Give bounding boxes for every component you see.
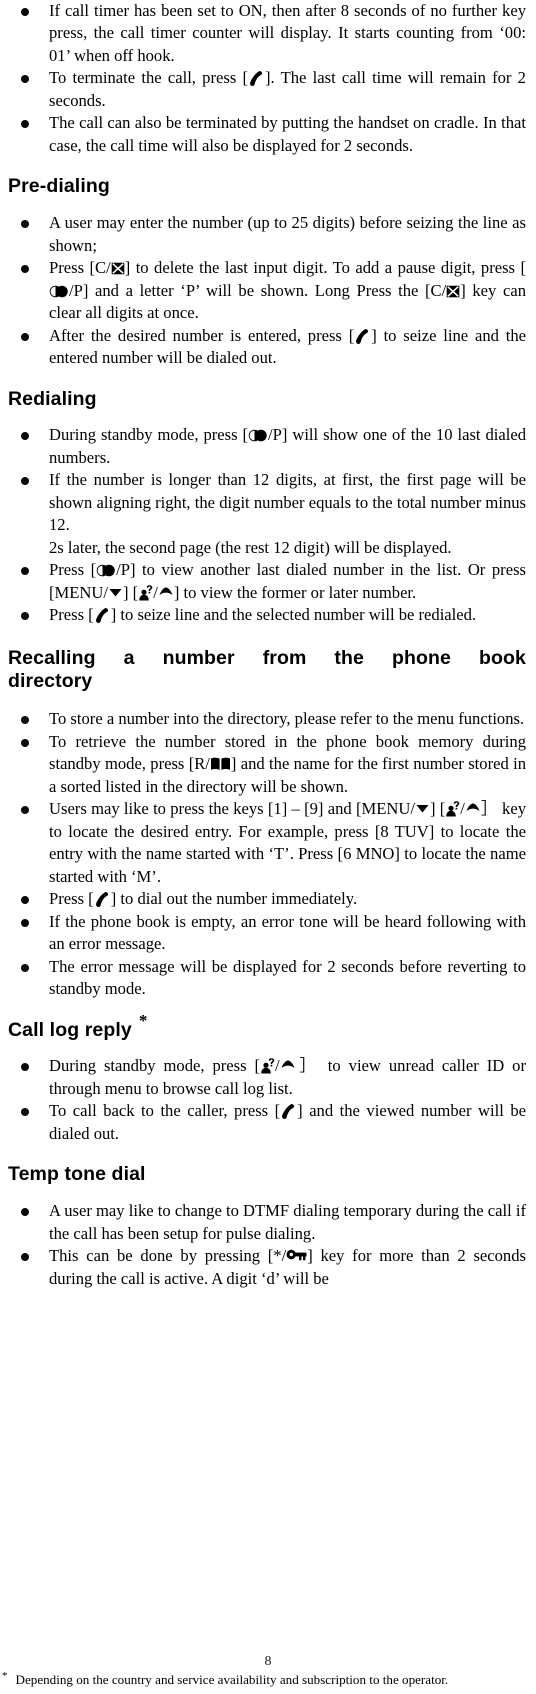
phone-book-icon <box>210 757 231 771</box>
redial-pause-icon <box>49 285 69 298</box>
bullet-list: During standby mode, press [/ ］ to view u… <box>8 1055 526 1145</box>
bullet-text: If the phone book is empty, an error ton… <box>49 911 526 954</box>
bullet-text: After the desired number is entered, pre… <box>49 325 526 368</box>
clear-delete-icon <box>111 262 125 275</box>
section-recalling: Recalling a number from the phone book di… <box>8 647 526 1001</box>
phone-handset-icon <box>94 607 109 624</box>
sections-container: Pre-dialing A user may enter the number (… <box>8 175 526 1290</box>
bullet-text: To terminate the call, press []. The las… <box>49 68 526 110</box>
bullet-item: If call timer has been set to ON, then a… <box>8 0 526 67</box>
bullet-text: During standby mode, press [/ ］ to view u… <box>49 1056 526 1098</box>
page-number: 8 <box>264 1654 272 1669</box>
key-icon <box>286 1248 307 1261</box>
section-heading: Temp tone dial <box>8 1163 146 1186</box>
section-heading: Call log reply * <box>8 1011 148 1041</box>
caller-id-icon <box>260 1058 275 1074</box>
intro-bullet-list: If call timer has been set to ON, then a… <box>8 0 526 157</box>
bullet-text: Press [/P] to view another last dialed n… <box>49 560 526 602</box>
bullet-list: A user may like to change to DTMF dialin… <box>8 1200 526 1290</box>
manual-page: If call timer has been set to ON, then a… <box>0 0 536 1694</box>
bullet-item: Press [C/] to delete the last input digi… <box>8 257 526 324</box>
section-redialing: Redialing During standby mode, press [/P]… <box>8 388 526 627</box>
bullet-item: During standby mode, press [/P] will sho… <box>8 424 526 469</box>
bullet-text: The error message will be displayed for … <box>49 956 526 999</box>
bullet-item: If the number is longer than 12 digits, … <box>8 469 526 559</box>
section-heading-block: Call log reply * <box>8 1011 526 1043</box>
bullet-item: To store a number into the directory, pl… <box>8 708 526 730</box>
caller-id-icon <box>445 801 460 817</box>
bullet-item: This can be done by pressing [*/] key fo… <box>8 1245 526 1290</box>
bullet-item: A user may enter the number (up to 25 di… <box>8 212 526 257</box>
heading-footnote-marker: * <box>138 1011 148 1031</box>
section-temp-tone-dial: Temp tone dial A user may like to change … <box>8 1163 526 1290</box>
bullet-item: To call back to the caller, press [] and… <box>8 1100 526 1145</box>
bullet-text: Press [] to seize line and the selected … <box>49 605 477 625</box>
redial-pause-icon <box>248 429 268 442</box>
bullet-text: The call can also be terminated by putti… <box>49 113 526 155</box>
section-call-log-reply: Call log reply * During standby mode, pres… <box>8 1011 526 1146</box>
section-heading: Redialing <box>8 387 97 410</box>
caller-id-icon <box>138 585 153 601</box>
bullet-text: To retrieve the number stored in the pho… <box>49 731 527 796</box>
bullet-item: Press [] to dial out the number immediat… <box>8 888 526 910</box>
bullet-text: Press [C/] to delete the last input digi… <box>49 258 527 323</box>
bullet-item: After the desired number is entered, pre… <box>8 325 526 370</box>
bullet-text: A user may enter the number (up to 25 di… <box>49 213 526 255</box>
up-arrow-icon <box>281 1060 295 1069</box>
section-heading-line2: directory <box>8 670 93 693</box>
clear-delete-icon <box>446 285 460 298</box>
bullet-text: Press [] to dial out the number immediat… <box>49 889 358 909</box>
bullet-continuation-text: 2s later, the second page (the rest 12 d… <box>49 537 452 557</box>
section-pre-dialing: Pre-dialing A user may enter the number (… <box>8 175 526 369</box>
phone-handset-icon <box>354 328 369 345</box>
footnote-text: Depending on the country and service ava… <box>15 1672 449 1687</box>
bullet-item: Press [/P] to view another last dialed n… <box>8 559 526 604</box>
section-heading-block: Temp tone dial <box>8 1163 526 1187</box>
section-heading-block: Recalling a number from the phone book di… <box>8 647 526 695</box>
bullet-item: The call can also be terminated by putti… <box>8 112 526 157</box>
phone-handset-icon <box>248 70 263 87</box>
phone-handset-icon <box>94 891 109 908</box>
footnote: * Depending on the country and service av… <box>2 1669 532 1688</box>
bullet-text: To call back to the caller, press [] and… <box>49 1101 526 1143</box>
section-heading-block: Pre-dialing <box>8 175 526 199</box>
bullet-text: Users may like to press the keys [1] – [… <box>49 799 527 886</box>
bullet-list: To store a number into the directory, pl… <box>8 708 526 1000</box>
bullet-item: Users may like to press the keys [1] – [… <box>8 798 526 888</box>
bullet-item: To terminate the call, press []. The las… <box>8 67 526 112</box>
bullet-item: During standby mode, press [/ ］ to view u… <box>8 1055 526 1100</box>
up-arrow-icon <box>159 587 173 596</box>
bullet-item: Press [] to seize line and the selected … <box>8 604 526 626</box>
bullet-text: This can be done by pressing [*/] key fo… <box>49 1246 526 1288</box>
bullet-item: The error message will be displayed for … <box>8 956 526 1001</box>
bullet-list: A user may enter the number (up to 25 di… <box>8 212 526 369</box>
bullet-list: During standby mode, press [/P] will sho… <box>8 424 526 626</box>
bullet-item: To retrieve the number stored in the pho… <box>8 731 526 798</box>
phone-handset-icon <box>280 1103 295 1120</box>
bullet-item: If the phone book is empty, an error ton… <box>8 911 526 956</box>
section-heading: Recalling a number from the phone book <box>8 646 526 669</box>
footnote-marker: * <box>2 1669 8 1682</box>
section-heading: Pre-dialing <box>8 175 110 198</box>
bullet-item: A user may like to change to DTMF dialin… <box>8 1200 526 1245</box>
down-arrow-icon <box>109 588 122 597</box>
redial-pause-icon <box>96 564 116 577</box>
bullet-text: To store a number into the directory, pl… <box>49 709 525 729</box>
down-arrow-icon <box>416 804 429 813</box>
bullet-text: If the number is longer than 12 digits, … <box>49 470 526 535</box>
bullet-text: During standby mode, press [/P] will sho… <box>49 425 526 467</box>
section-heading-block: Redialing <box>8 388 526 412</box>
bullet-text: If call timer has been set to ON, then a… <box>49 1 526 65</box>
up-arrow-icon <box>466 803 480 812</box>
bullet-text: A user may like to change to DTMF dialin… <box>49 1201 526 1243</box>
